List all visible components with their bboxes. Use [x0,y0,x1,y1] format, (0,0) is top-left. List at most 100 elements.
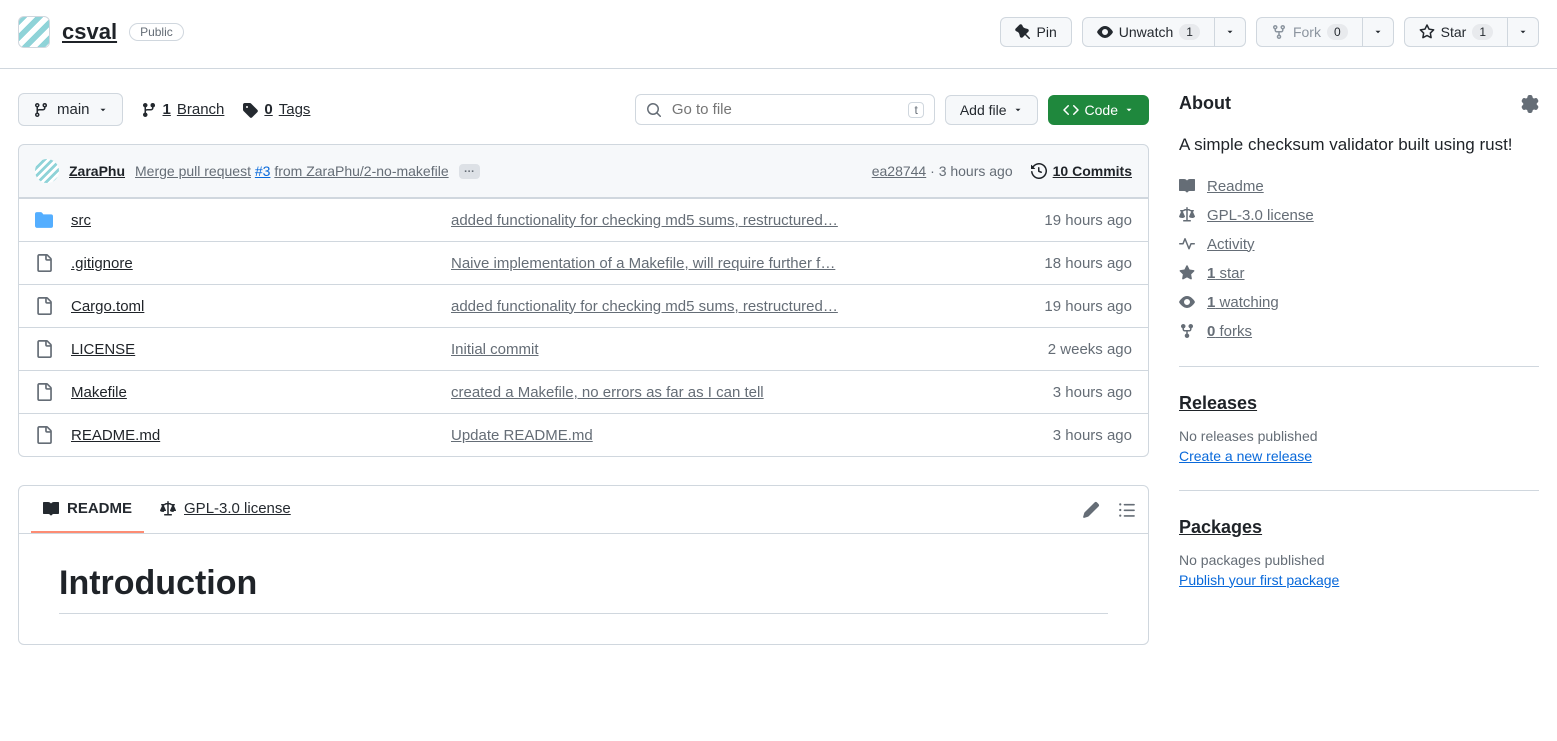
releases-create-link[interactable]: Create a new release [1179,448,1312,464]
fork-icon [1179,323,1195,339]
file-commit-message[interactable]: added functionality for checking md5 sum… [451,212,992,229]
about-forks-link[interactable]: 0 forks [1179,323,1539,340]
file-commit-message[interactable]: added functionality for checking md5 sum… [451,298,992,315]
repo-name[interactable]: csval [62,19,117,45]
star-icon [1419,24,1435,40]
file-commit-message[interactable]: Update README.md [451,427,992,444]
watching-count: 1 [1207,294,1215,311]
commits-link[interactable]: 10 Commits [1031,163,1132,179]
chevron-down-icon [1373,27,1383,37]
chevron-down-icon [1124,105,1134,115]
about-license-label: GPL-3.0 license [1207,207,1314,224]
file-icon [35,254,57,272]
file-search[interactable]: t [635,94,935,125]
about-title: About [1179,93,1231,114]
commit-sha[interactable]: ea28744 [872,163,927,179]
file-commit-message[interactable]: created a Makefile, no errors as far as … [451,384,992,401]
file-commit-message[interactable]: Naive implementation of a Makefile, will… [451,255,992,272]
star-button[interactable]: Star 1 [1404,17,1508,47]
file-time: 19 hours ago [992,212,1132,229]
commit-message-prefix[interactable]: Merge pull request [135,163,251,179]
pencil-icon[interactable] [1082,501,1100,519]
table-row[interactable]: Cargo.tomladded functionality for checki… [19,284,1148,327]
book-icon [1179,178,1195,194]
about-activity-link[interactable]: Activity [1179,236,1539,253]
repo-avatar[interactable] [18,16,50,48]
branches-link[interactable]: 1 Branch [141,101,225,118]
star-dropdown[interactable] [1508,17,1539,47]
chevron-down-icon [1013,105,1023,115]
about-readme-link[interactable]: Readme [1179,178,1539,195]
file-time: 3 hours ago [992,384,1132,401]
table-row[interactable]: LICENSEInitial commit2 weeks ago [19,327,1148,370]
about-watching-link[interactable]: 1 watching [1179,294,1539,311]
fork-button[interactable]: Fork 0 [1256,17,1363,47]
branches-count: 1 [163,101,171,118]
star-icon [1179,265,1195,281]
law-icon [1179,207,1195,223]
file-icon [35,383,57,401]
tab-readme-label: README [67,500,132,517]
branches-label: Branch [177,101,225,118]
code-button[interactable]: Code [1048,95,1149,125]
commit-time: 3 hours ago [939,163,1013,179]
releases-title[interactable]: Releases [1179,393,1539,414]
star-count: 1 [1472,24,1493,40]
file-icon [35,340,57,358]
file-name[interactable]: Cargo.toml [71,298,451,315]
unwatch-dropdown[interactable] [1215,17,1246,47]
forks-count: 0 [1207,323,1215,340]
file-time: 19 hours ago [992,298,1132,315]
file-name[interactable]: README.md [71,427,451,444]
file-table: srcadded functionality for checking md5 … [18,198,1149,457]
fork-dropdown[interactable] [1363,17,1394,47]
about-readme-label: Readme [1207,178,1264,195]
releases-empty: No releases published [1179,428,1539,444]
code-icon [1063,102,1079,118]
commit-author[interactable]: ZaraPhu [69,163,125,179]
forks-label: forks [1220,323,1253,340]
packages-title[interactable]: Packages [1179,517,1539,538]
commit-pr[interactable]: #3 [255,163,271,179]
packages-publish-link[interactable]: Publish your first package [1179,572,1339,588]
law-icon [160,501,176,517]
stars-count: 1 [1207,265,1215,282]
chevron-down-icon [1518,27,1528,37]
pulse-icon [1179,236,1195,252]
folder-icon [35,211,57,229]
about-stars-link[interactable]: 1 star [1179,265,1539,282]
file-commit-message[interactable]: Initial commit [451,341,992,358]
history-icon [1031,163,1047,179]
table-row[interactable]: README.mdUpdate README.md3 hours ago [19,413,1148,456]
packages-empty: No packages published [1179,552,1539,568]
file-search-input[interactable] [672,101,899,118]
table-row[interactable]: srcadded functionality for checking md5 … [19,198,1148,241]
file-name[interactable]: Makefile [71,384,451,401]
add-file-button[interactable]: Add file [945,95,1038,125]
about-description: A simple checksum validator built using … [1179,132,1539,158]
eye-icon [1179,294,1195,310]
branch-select[interactable]: main [18,93,123,126]
gear-icon[interactable] [1521,95,1539,113]
commit-author-avatar[interactable] [35,159,59,183]
unwatch-button[interactable]: Unwatch 1 [1082,17,1215,47]
about-license-link[interactable]: GPL-3.0 license [1179,207,1539,224]
tab-license-label: GPL-3.0 license [184,500,291,517]
tab-readme[interactable]: README [31,486,144,533]
ellipsis-expand[interactable]: … [459,164,480,179]
chevron-down-icon [1225,27,1235,37]
watching-label: watching [1220,294,1279,311]
file-name[interactable]: src [71,212,451,229]
list-icon[interactable] [1118,501,1136,519]
table-row[interactable]: .gitignoreNaive implementation of a Make… [19,241,1148,284]
commit-message-suffix[interactable]: from ZaraPhu/2-no-makefile [274,163,448,179]
file-name[interactable]: .gitignore [71,255,451,272]
table-row[interactable]: Makefilecreated a Makefile, no errors as… [19,370,1148,413]
file-name[interactable]: LICENSE [71,341,451,358]
pin-button[interactable]: Pin [1000,17,1072,47]
tags-link[interactable]: 0 Tags [242,101,310,118]
fork-count: 0 [1327,24,1348,40]
tab-license[interactable]: GPL-3.0 license [148,486,303,533]
tags-label: Tags [279,101,311,118]
latest-commit-bar: ZaraPhu Merge pull request #3 from ZaraP… [18,144,1149,198]
